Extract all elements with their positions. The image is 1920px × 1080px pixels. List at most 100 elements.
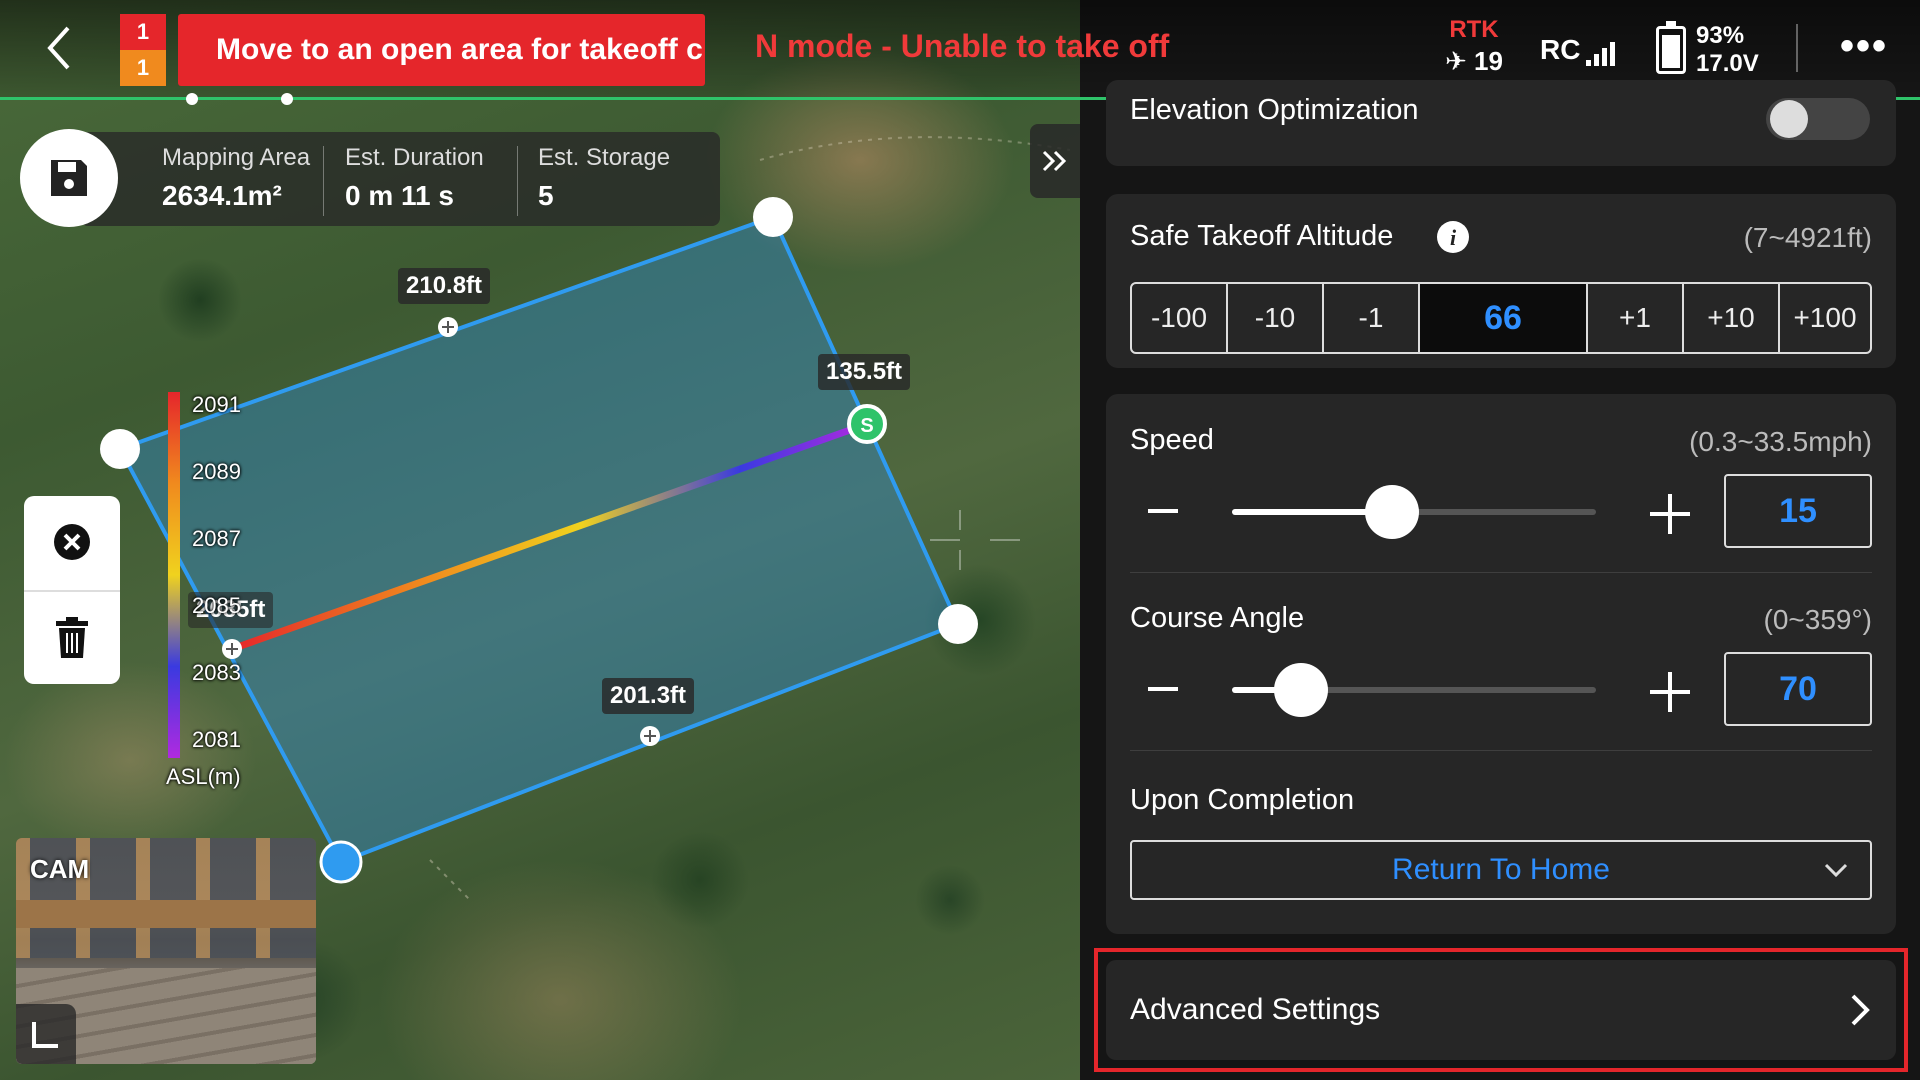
takeoff-altitude-stepper: -100 -10 -1 66 +1 +10 +100	[1130, 282, 1872, 354]
back-button[interactable]	[40, 22, 80, 74]
collapse-panel-button[interactable]	[1030, 124, 1080, 198]
more-menu-button[interactable]: •••	[1840, 26, 1888, 66]
chevron-down-icon	[1824, 863, 1848, 878]
warning-banner[interactable]: Move to an open area for takeoff c	[178, 14, 705, 86]
duration-value: 0 m 11 s	[345, 180, 454, 211]
chevron-right-icon	[1851, 994, 1870, 1026]
route-add-icon[interactable]	[222, 639, 242, 659]
elevation-tick: 2081	[192, 727, 241, 752]
takeoff-altitude-range: (7~4921ft)	[1743, 222, 1872, 253]
satellite-count: 19	[1474, 46, 1503, 76]
step-minus-10-button[interactable]: -10	[1228, 284, 1324, 352]
speed-title: Speed	[1130, 424, 1214, 456]
step-plus-10-button[interactable]: +10	[1684, 284, 1780, 352]
start-marker-label: S	[860, 415, 873, 437]
duration-stat: Est. Duration 0 m 11 s	[345, 144, 484, 212]
camera-label: CAM	[30, 854, 90, 884]
upon-completion-selected: Return To Home	[1392, 853, 1610, 886]
duration-label: Est. Duration	[345, 144, 484, 171]
delete-button[interactable]	[24, 592, 120, 684]
takeoff-altitude-title: Safe Takeoff Altitude	[1130, 220, 1394, 252]
midpoint-add-icon[interactable]	[640, 726, 660, 746]
info-icon[interactable]: i	[1436, 220, 1470, 254]
camera-preview[interactable]: CAM	[16, 838, 316, 1064]
speed-slider-thumb[interactable]	[1365, 485, 1420, 539]
upon-completion-dropdown[interactable]: Return To Home	[1130, 840, 1872, 900]
mapping-area-label: Mapping Area	[162, 144, 311, 171]
vertex-handle[interactable]	[100, 429, 140, 469]
page-dot	[186, 93, 198, 105]
step-minus-1-button[interactable]: -1	[1324, 284, 1420, 352]
page-dot	[281, 93, 293, 105]
clear-button[interactable]	[24, 496, 120, 588]
storage-label: Est. Storage	[538, 144, 671, 171]
speed-value-input[interactable]: 15	[1724, 474, 1872, 548]
elevation-optimization-toggle[interactable]	[1766, 98, 1870, 140]
storage-value: 5	[538, 180, 554, 211]
takeoff-altitude-value[interactable]: 66	[1420, 284, 1588, 352]
alert-count-badges[interactable]: 1 1	[120, 14, 166, 86]
battery-percent: 93%	[1696, 22, 1745, 49]
stats-panel: Mapping Area 2634.1m² Est. Duration 0 m …	[80, 132, 720, 226]
flight-mode-status: N mode - Unable to take off	[755, 28, 1170, 64]
map-tools	[24, 496, 120, 684]
mapping-area-stat: Mapping Area 2634.1m²	[162, 144, 310, 212]
elevation-tick: 2089	[192, 459, 241, 484]
elevation-optimization-card: Elevation Optimization	[1106, 80, 1896, 166]
speed-range: (0.3~33.5mph)	[1689, 426, 1872, 457]
step-minus-100-button[interactable]: -100	[1132, 284, 1228, 352]
course-angle-range: (0~359°)	[1763, 604, 1873, 635]
speed-decrease-button[interactable]	[1148, 509, 1178, 513]
advanced-settings-label: Advanced Settings	[1130, 993, 1381, 1026]
step-plus-100-button[interactable]: +100	[1780, 284, 1870, 352]
speed-slider-row: 15	[1130, 474, 1872, 548]
elevation-tick: 2083	[192, 660, 241, 685]
elevation-tick: 2091	[192, 392, 241, 417]
mapping-area-value: 2634.1m²	[162, 180, 282, 211]
error-count-badge: 1	[120, 14, 166, 50]
speed-increase-button[interactable]	[1650, 494, 1690, 534]
rc-signal[interactable]: RC	[1540, 34, 1616, 66]
mission-stats: Mapping Area 2634.1m² Est. Duration 0 m …	[20, 129, 720, 227]
edge-length-label: 135.5ft	[818, 354, 911, 390]
satellite-icon: ✈	[1445, 46, 1467, 76]
vertex-handle[interactable]	[753, 197, 793, 237]
midpoint-add-icon[interactable]	[438, 317, 458, 337]
course-angle-value-input[interactable]: 70	[1724, 652, 1872, 726]
course-angle-slider[interactable]	[1232, 663, 1596, 717]
chevron-left-icon	[47, 26, 70, 70]
map-view[interactable]: S 210.8ft 135.5ft 201.3ft 2085ft 2091 20…	[0, 0, 1080, 1080]
step-plus-1-button[interactable]: +1	[1588, 284, 1684, 352]
speed-slider[interactable]	[1232, 485, 1596, 539]
course-angle-slider-row: 70	[1130, 652, 1872, 726]
signal-bars-icon	[1586, 42, 1616, 66]
double-chevron-right-icon	[1042, 150, 1067, 172]
corner-expand-icon	[32, 1022, 58, 1048]
save-icon	[51, 160, 87, 196]
upon-completion-title: Upon Completion	[1130, 784, 1355, 816]
rc-label: RC	[1540, 34, 1581, 65]
svg-text:i: i	[1450, 225, 1457, 250]
advanced-settings-button[interactable]: Advanced Settings	[1106, 960, 1896, 1060]
rtk-status[interactable]: RTK ✈ 19	[1445, 16, 1503, 77]
battery-voltage: 17.0V	[1696, 50, 1759, 77]
course-increase-button[interactable]	[1650, 672, 1690, 712]
expand-camera-button[interactable]	[16, 1004, 76, 1064]
close-circle-icon	[54, 524, 90, 560]
elevation-legend-bar	[168, 392, 180, 758]
vertex-handle-selected[interactable]	[319, 840, 363, 884]
battery-icon	[1656, 21, 1686, 74]
rtk-label: RTK	[1449, 16, 1499, 43]
vertex-handle[interactable]	[938, 604, 978, 644]
course-decrease-button[interactable]	[1148, 687, 1178, 691]
edge-length-label: 210.8ft	[398, 268, 491, 304]
battery-status[interactable]: 93% 17.0V	[1696, 22, 1759, 78]
elevation-tick: 2085	[192, 593, 241, 618]
course-slider-thumb[interactable]	[1274, 663, 1329, 717]
settings-panel[interactable]: Elevation Optimization Safe Takeoff Alti…	[1080, 80, 1920, 1080]
start-point-marker[interactable]: S	[847, 404, 887, 444]
warning-count-badge: 1	[120, 50, 166, 86]
flight-params-card: Speed (0.3~33.5mph) 15 Course Angle (0~3…	[1106, 394, 1896, 934]
edge-length-label: 201.3ft	[602, 678, 695, 714]
save-button[interactable]	[20, 129, 118, 227]
